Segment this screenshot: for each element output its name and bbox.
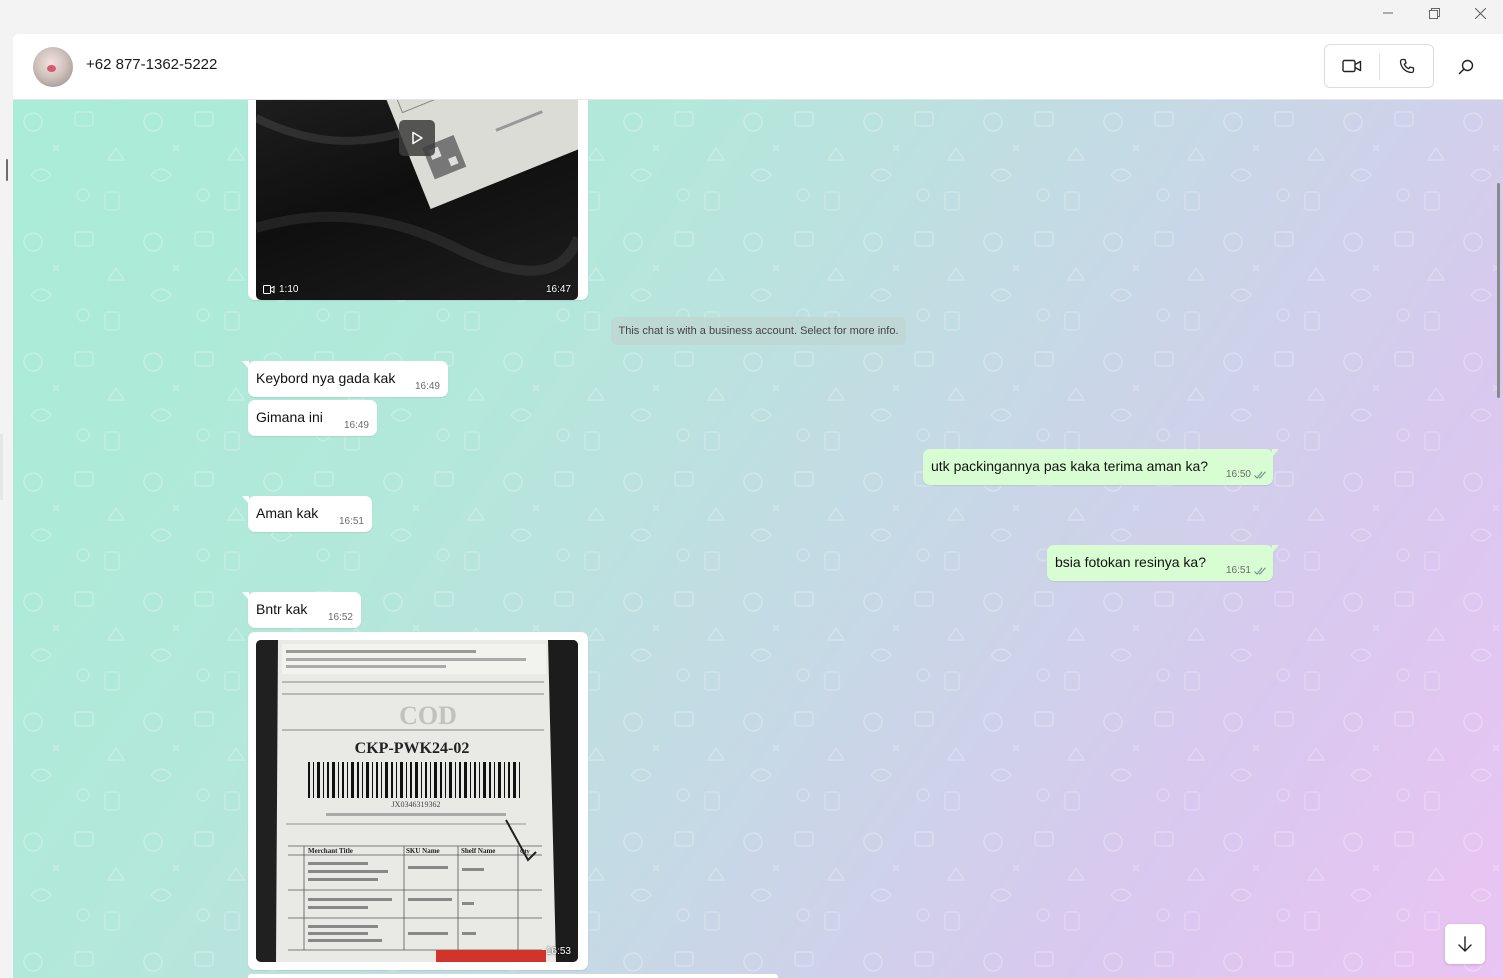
- duration-text: 1:10: [279, 284, 299, 295]
- message-bubble-outgoing[interactable]: utk packingannya pas kaka terima aman ka…: [923, 449, 1279, 485]
- message-bubble-outgoing[interactable]: bsia fotokan resinya ka? 16:51: [1047, 545, 1279, 581]
- sidebar-edge: [0, 34, 13, 978]
- chat-header: +62 877-1362-5222: [13, 34, 1503, 100]
- business-account-notice[interactable]: This chat is with a business account. Se…: [611, 317, 906, 345]
- receipt-photo: COD CKP-PWK24-02 JX0346319362 Merchant T…: [256, 640, 578, 962]
- play-icon: [412, 131, 423, 145]
- message-time: 16:53: [545, 946, 571, 957]
- minimize-button[interactable]: [1365, 0, 1411, 26]
- close-icon: [1474, 7, 1486, 19]
- scroll-to-bottom-button[interactable]: [1445, 924, 1485, 964]
- message-text: Bntr kak: [256, 601, 308, 617]
- video-icon: [263, 285, 275, 294]
- message-time: 16:51: [338, 516, 364, 527]
- shipping-label: COD CKP-PWK24-02 JX0346319362 Merchant T…: [256, 640, 578, 962]
- column-header: SKU Name: [406, 847, 440, 855]
- message-bubble-incoming[interactable]: Gimana ini 16:49: [248, 400, 377, 436]
- message-bubble-incoming[interactable]: Bntr kak 16:52: [242, 592, 361, 628]
- message-time: 16:47: [545, 284, 571, 295]
- message-time: 16:49: [343, 420, 369, 431]
- video-thumbnail: 1:10 16:47: [256, 100, 578, 300]
- cod-watermark: COD: [399, 701, 457, 730]
- play-button[interactable]: [399, 120, 435, 156]
- bubble-tail: [242, 592, 249, 600]
- chat-wallpaper: [13, 100, 1503, 978]
- call-button-group: [1324, 44, 1434, 88]
- message-bubble-incoming[interactable]: Keybord nya gada kak 16:49: [242, 361, 448, 397]
- image-message[interactable]: COD CKP-PWK24-02 JX0346319362 Merchant T…: [248, 632, 588, 970]
- sort-code: CKP-PWK24-02: [355, 740, 470, 757]
- read-receipt-icon: [1254, 567, 1266, 575]
- video-duration: 1:10: [263, 284, 298, 295]
- barcode-number: JX0346319362: [392, 800, 441, 809]
- message-text: Aman kak: [256, 505, 319, 521]
- column-header: Shelf Name: [461, 847, 495, 855]
- message-time: 16:51: [1225, 565, 1251, 576]
- message-text: utk packingannya pas kaka terima aman ka…: [931, 458, 1209, 474]
- message-text: Keybord nya gada kak: [256, 370, 396, 386]
- message-time: 16:50: [1225, 469, 1251, 480]
- arrow-down-icon: [1458, 936, 1472, 952]
- bubble-tail: [242, 361, 249, 369]
- message-bubble-incoming[interactable]: Aman kak 16:51: [242, 496, 372, 532]
- video-message[interactable]: 1:10 16:47: [248, 100, 588, 300]
- message-time: 16:49: [414, 381, 440, 392]
- minimize-icon: [1383, 12, 1393, 14]
- maximize-icon: [1428, 7, 1440, 19]
- message-time: 16:52: [327, 612, 353, 623]
- close-button[interactable]: [1457, 0, 1503, 26]
- sidebar-edge-highlight: [0, 434, 3, 500]
- chat-area[interactable]: 1:10 16:47 This chat is with a business …: [13, 100, 1503, 978]
- video-call-icon: [1342, 59, 1362, 73]
- search-button[interactable]: [1446, 50, 1486, 84]
- read-receipt-icon: [1254, 471, 1266, 479]
- column-header: Merchant Title: [308, 847, 353, 855]
- message-text: Gimana ini: [256, 409, 323, 425]
- voice-call-button[interactable]: [1380, 45, 1434, 87]
- bubble-tail: [1272, 545, 1279, 553]
- chat-scrollbar[interactable]: [1497, 183, 1500, 398]
- bubble-tail: [1272, 449, 1279, 457]
- next-message-peek: [248, 974, 778, 978]
- sidebar-resize-handle[interactable]: [6, 159, 8, 181]
- voice-call-icon: [1399, 58, 1415, 74]
- contact-name[interactable]: +62 877-1362-5222: [86, 56, 217, 73]
- maximize-button[interactable]: [1411, 0, 1457, 26]
- title-bar: [0, 0, 1503, 34]
- bubble-tail: [242, 496, 249, 504]
- search-icon: [1458, 59, 1474, 75]
- message-text: bsia fotokan resinya ka?: [1055, 554, 1206, 570]
- video-call-button[interactable]: [1325, 45, 1379, 87]
- avatar[interactable]: [33, 47, 73, 87]
